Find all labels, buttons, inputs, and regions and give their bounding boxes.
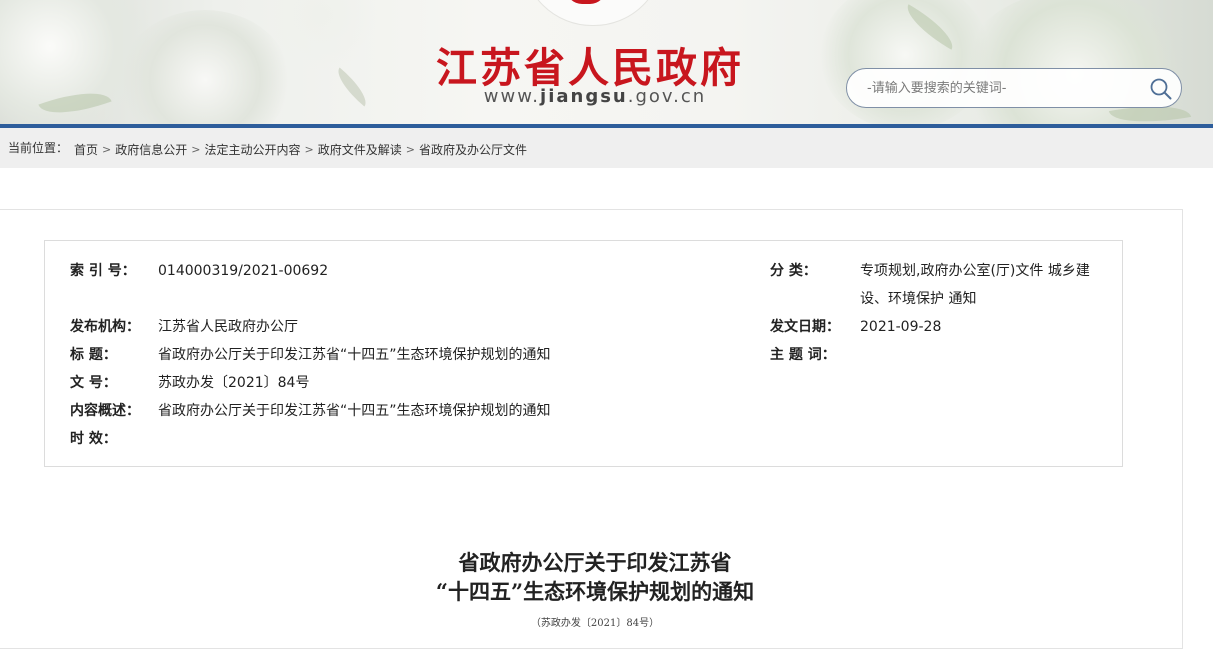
- site-url: www.jiangsu.gov.cn: [483, 86, 707, 107]
- breadcrumb-provincial-documents[interactable]: 省政府及办公厅文件: [419, 141, 527, 158]
- meta-value: 江苏省人民政府办公厅: [158, 319, 298, 335]
- breadcrumb-gov-documents[interactable]: 政府文件及解读: [318, 141, 402, 158]
- meta-label: 标 题：: [70, 347, 117, 363]
- breadcrumb-separator: >: [405, 143, 415, 156]
- breadcrumb-separator: >: [304, 143, 314, 156]
- document-title-line2: “十四五”生态环境保护规划的通知: [435, 579, 755, 604]
- meta-value: 设、环境保护 通知: [860, 291, 977, 307]
- meta-label: 内容概述：: [70, 403, 140, 419]
- document-title: 省政府办公厅关于印发江苏省 “十四五”生态环境保护规划的通知: [300, 548, 890, 606]
- site-header: 江苏省人民政府 www.jiangsu.gov.cn: [0, 0, 1213, 124]
- document-title-line1: 省政府办公厅关于印发江苏省: [458, 550, 732, 575]
- breadcrumb-gov-info[interactable]: 政府信息公开: [115, 141, 187, 158]
- leaf-decoration: [330, 67, 374, 107]
- meta-label: 发布机构：: [70, 319, 140, 335]
- meta-value: 苏政办发〔2021〕84号: [158, 375, 310, 391]
- meta-value: 省政府办公厅关于印发江苏省“十四五”生态环境保护规划的通知: [158, 403, 551, 419]
- breadcrumb-statutory-content[interactable]: 法定主动公开内容: [204, 141, 300, 158]
- meta-label: 主 题 词：: [770, 347, 836, 363]
- breadcrumb-separator: >: [102, 143, 112, 156]
- search-icon[interactable]: [1149, 77, 1173, 101]
- emblem-frame: [522, 0, 664, 26]
- breadcrumb-label: 当前位置：: [8, 141, 69, 155]
- site-title[interactable]: 江苏省人民政府: [400, 34, 780, 94]
- meta-value: 2021-09-28: [860, 319, 942, 335]
- breadcrumb-separator: >: [191, 143, 201, 156]
- meta-value: 专项规划,政府办公室(厅)文件 城乡建: [860, 263, 1090, 279]
- meta-label: 发文日期：: [770, 319, 840, 335]
- breadcrumb-bar: 当前位置： 首页 > 政府信息公开 > 法定主动公开内容 > 政府文件及解读 >…: [0, 128, 1213, 168]
- meta-label: 索 引 号：: [70, 263, 136, 279]
- meta-value: 省政府办公厅关于印发江苏省“十四五”生态环境保护规划的通知: [158, 347, 551, 363]
- meta-label: 文 号：: [70, 375, 117, 391]
- meta-label: 时 效：: [70, 431, 117, 447]
- document-number: （苏政办发〔2021〕84号）: [530, 618, 660, 629]
- search-input[interactable]: [867, 78, 1127, 98]
- search-box: [846, 68, 1182, 108]
- breadcrumb: 首页 > 政府信息公开 > 法定主动公开内容 > 政府文件及解读 > 省政府及办…: [74, 141, 527, 158]
- meta-value: 014000319/2021-00692: [158, 263, 329, 279]
- document-metadata-table: 索 引 号： 014000319/2021-00692 分 类： 专项规划,政府…: [44, 240, 1123, 467]
- breadcrumb-home[interactable]: 首页: [74, 141, 98, 158]
